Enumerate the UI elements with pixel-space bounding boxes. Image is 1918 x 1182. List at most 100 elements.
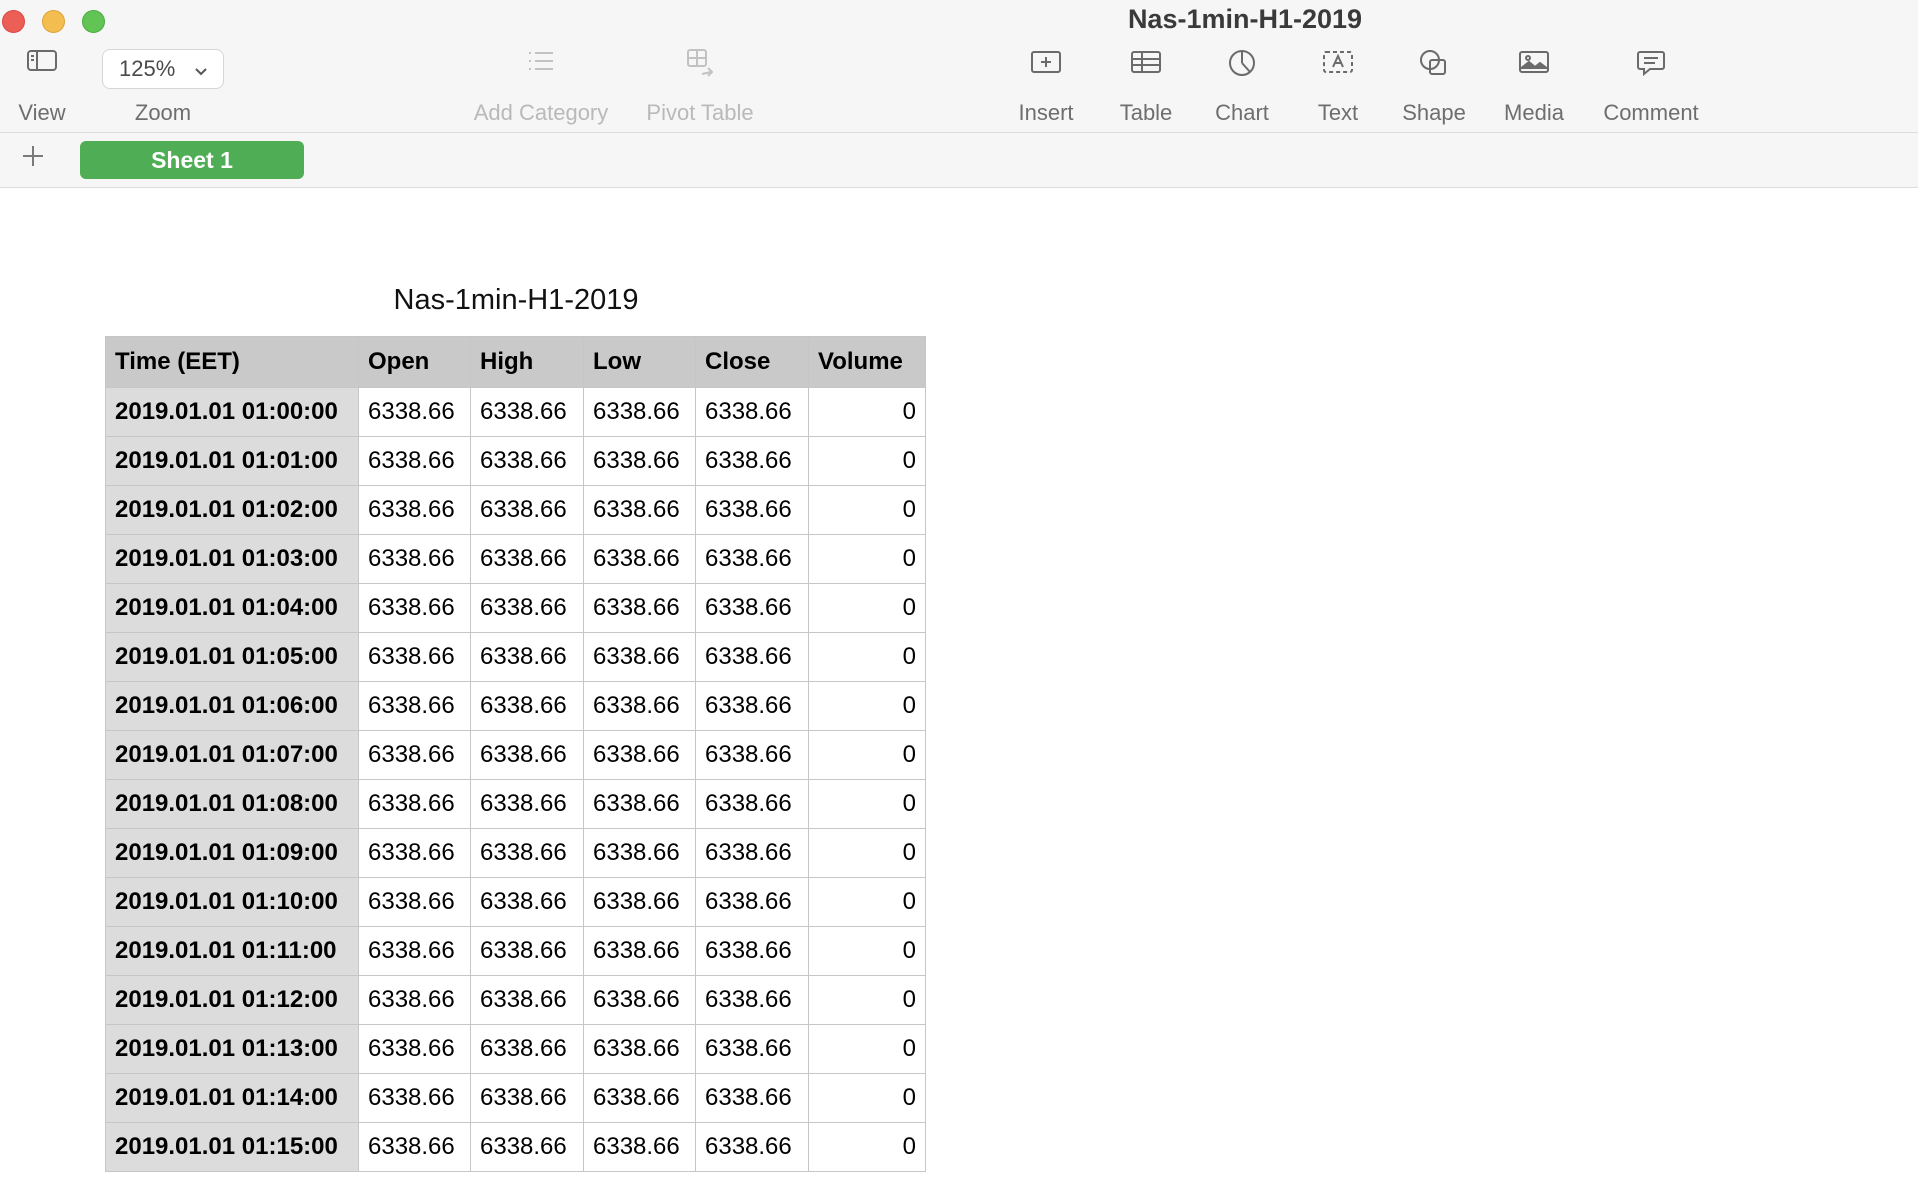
value-cell[interactable]: 6338.66 xyxy=(695,1122,809,1172)
value-cell[interactable]: 6338.66 xyxy=(470,387,584,437)
time-cell[interactable]: 2019.01.01 01:00:00 xyxy=(105,387,359,437)
value-cell[interactable]: 6338.66 xyxy=(470,681,584,731)
minimize-window-button[interactable] xyxy=(42,10,65,33)
value-cell[interactable]: 6338.66 xyxy=(358,1024,471,1074)
add-category-button[interactable]: Add Category xyxy=(466,48,616,126)
value-cell[interactable]: 0 xyxy=(808,828,926,878)
column-header[interactable]: Time (EET) xyxy=(105,336,359,388)
pivot-table-button[interactable]: Pivot Table xyxy=(636,48,764,126)
value-cell[interactable]: 6338.66 xyxy=(470,436,584,486)
view-button[interactable]: View xyxy=(8,48,76,126)
value-cell[interactable]: 6338.66 xyxy=(470,632,584,682)
value-cell[interactable]: 6338.66 xyxy=(358,779,471,829)
text-button[interactable]: Text xyxy=(1298,48,1378,126)
time-cell[interactable]: 2019.01.01 01:11:00 xyxy=(105,926,359,976)
value-cell[interactable]: 0 xyxy=(808,534,926,584)
value-cell[interactable]: 6338.66 xyxy=(470,1122,584,1172)
value-cell[interactable]: 6338.66 xyxy=(695,1073,809,1123)
time-cell[interactable]: 2019.01.01 01:06:00 xyxy=(105,681,359,731)
time-cell[interactable]: 2019.01.01 01:10:00 xyxy=(105,877,359,927)
time-cell[interactable]: 2019.01.01 01:01:00 xyxy=(105,436,359,486)
value-cell[interactable]: 6338.66 xyxy=(695,436,809,486)
column-header[interactable]: Close xyxy=(695,336,809,388)
insert-button[interactable]: Insert xyxy=(1006,48,1086,126)
value-cell[interactable]: 6338.66 xyxy=(358,681,471,731)
value-cell[interactable]: 6338.66 xyxy=(695,632,809,682)
value-cell[interactable]: 6338.66 xyxy=(358,1073,471,1123)
value-cell[interactable]: 6338.66 xyxy=(695,534,809,584)
fullscreen-window-button[interactable] xyxy=(82,10,105,33)
chart-button[interactable]: Chart xyxy=(1202,48,1282,126)
value-cell[interactable]: 6338.66 xyxy=(470,485,584,535)
value-cell[interactable]: 0 xyxy=(808,681,926,731)
value-cell[interactable]: 6338.66 xyxy=(695,828,809,878)
value-cell[interactable]: 6338.66 xyxy=(358,975,471,1025)
table-title[interactable]: Nas-1min-H1-2019 xyxy=(106,284,926,317)
comment-button[interactable]: Comment xyxy=(1596,48,1706,126)
value-cell[interactable]: 6338.66 xyxy=(470,877,584,927)
value-cell[interactable]: 6338.66 xyxy=(695,681,809,731)
zoom-select[interactable]: 125% xyxy=(102,49,224,89)
value-cell[interactable]: 6338.66 xyxy=(695,583,809,633)
value-cell[interactable]: 6338.66 xyxy=(695,877,809,927)
column-header[interactable]: Open xyxy=(358,336,471,388)
value-cell[interactable]: 0 xyxy=(808,1024,926,1074)
value-cell[interactable]: 0 xyxy=(808,632,926,682)
value-cell[interactable]: 6338.66 xyxy=(695,387,809,437)
value-cell[interactable]: 6338.66 xyxy=(583,1024,696,1074)
value-cell[interactable]: 6338.66 xyxy=(470,1024,584,1074)
value-cell[interactable]: 6338.66 xyxy=(358,485,471,535)
value-cell[interactable]: 0 xyxy=(808,485,926,535)
value-cell[interactable]: 6338.66 xyxy=(695,485,809,535)
time-cell[interactable]: 2019.01.01 01:15:00 xyxy=(105,1122,359,1172)
value-cell[interactable]: 0 xyxy=(808,1073,926,1123)
column-header[interactable]: High xyxy=(470,336,584,388)
column-header[interactable]: Low xyxy=(583,336,696,388)
time-cell[interactable]: 2019.01.01 01:14:00 xyxy=(105,1073,359,1123)
value-cell[interactable]: 6338.66 xyxy=(695,730,809,780)
time-cell[interactable]: 2019.01.01 01:07:00 xyxy=(105,730,359,780)
shape-button[interactable]: Shape xyxy=(1393,48,1475,126)
value-cell[interactable]: 0 xyxy=(808,779,926,829)
table-button[interactable]: Table xyxy=(1106,48,1186,126)
value-cell[interactable]: 6338.66 xyxy=(695,926,809,976)
time-cell[interactable]: 2019.01.01 01:02:00 xyxy=(105,485,359,535)
time-cell[interactable]: 2019.01.01 01:08:00 xyxy=(105,779,359,829)
value-cell[interactable]: 6338.66 xyxy=(358,828,471,878)
value-cell[interactable]: 0 xyxy=(808,877,926,927)
time-cell[interactable]: 2019.01.01 01:04:00 xyxy=(105,583,359,633)
value-cell[interactable]: 0 xyxy=(808,926,926,976)
value-cell[interactable]: 6338.66 xyxy=(583,828,696,878)
value-cell[interactable]: 6338.66 xyxy=(470,730,584,780)
value-cell[interactable]: 0 xyxy=(808,387,926,437)
value-cell[interactable]: 6338.66 xyxy=(583,485,696,535)
value-cell[interactable]: 6338.66 xyxy=(358,1122,471,1172)
value-cell[interactable]: 6338.66 xyxy=(583,1122,696,1172)
value-cell[interactable]: 0 xyxy=(808,583,926,633)
time-cell[interactable]: 2019.01.01 01:03:00 xyxy=(105,534,359,584)
value-cell[interactable]: 6338.66 xyxy=(583,730,696,780)
value-cell[interactable]: 6338.66 xyxy=(695,975,809,1025)
time-cell[interactable]: 2019.01.01 01:12:00 xyxy=(105,975,359,1025)
value-cell[interactable]: 0 xyxy=(808,436,926,486)
value-cell[interactable]: 6338.66 xyxy=(583,926,696,976)
value-cell[interactable]: 6338.66 xyxy=(470,926,584,976)
value-cell[interactable]: 6338.66 xyxy=(583,436,696,486)
time-cell[interactable]: 2019.01.01 01:05:00 xyxy=(105,632,359,682)
value-cell[interactable]: 6338.66 xyxy=(583,583,696,633)
value-cell[interactable]: 6338.66 xyxy=(583,779,696,829)
value-cell[interactable]: 0 xyxy=(808,975,926,1025)
value-cell[interactable]: 0 xyxy=(808,1122,926,1172)
add-sheet-button[interactable] xyxy=(18,141,48,171)
value-cell[interactable]: 6338.66 xyxy=(583,975,696,1025)
value-cell[interactable]: 6338.66 xyxy=(358,877,471,927)
value-cell[interactable]: 6338.66 xyxy=(358,632,471,682)
value-cell[interactable]: 6338.66 xyxy=(695,779,809,829)
column-header[interactable]: Volume xyxy=(808,336,926,388)
value-cell[interactable]: 6338.66 xyxy=(470,583,584,633)
value-cell[interactable]: 6338.66 xyxy=(470,534,584,584)
value-cell[interactable]: 6338.66 xyxy=(583,632,696,682)
value-cell[interactable]: 6338.66 xyxy=(583,534,696,584)
value-cell[interactable]: 6338.66 xyxy=(583,877,696,927)
value-cell[interactable]: 6338.66 xyxy=(695,1024,809,1074)
